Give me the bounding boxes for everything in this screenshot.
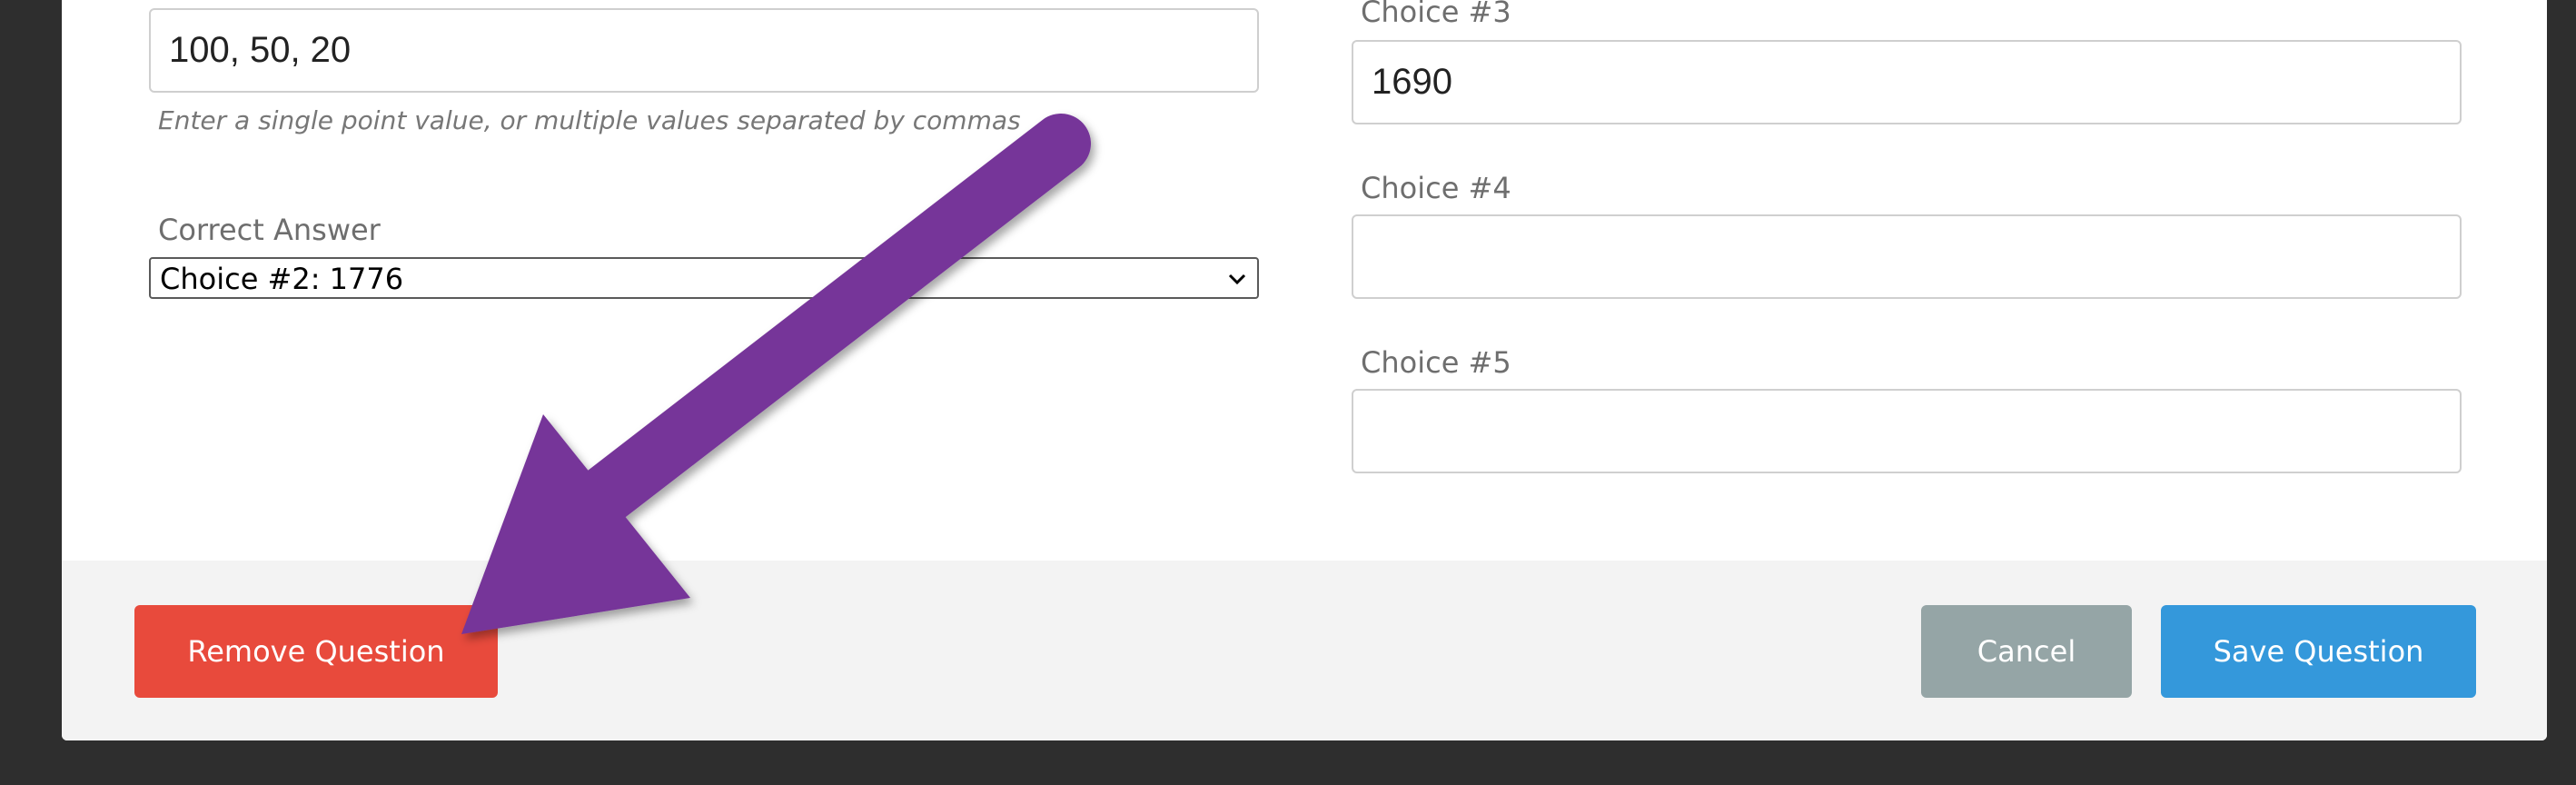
- choice-3-input[interactable]: [1352, 40, 2462, 124]
- correct-answer-selected-value: Choice #2: 1776: [160, 262, 404, 296]
- chevron-down-icon: [1228, 273, 1246, 285]
- correct-answer-label: Correct Answer: [158, 213, 381, 247]
- choice-5-input[interactable]: [1352, 389, 2462, 473]
- choice-4-input[interactable]: [1352, 214, 2462, 299]
- choice-4-label: Choice #4: [1361, 171, 1511, 205]
- remove-question-button[interactable]: Remove Question: [134, 605, 498, 698]
- points-hint: Enter a single point value, or multiple …: [158, 105, 1021, 135]
- choice-5-label: Choice #5: [1361, 345, 1511, 380]
- correct-answer-select[interactable]: Choice #2: 1776: [149, 257, 1259, 299]
- cancel-button[interactable]: Cancel: [1921, 605, 2132, 698]
- points-input[interactable]: [149, 8, 1259, 93]
- save-question-button[interactable]: Save Question: [2161, 605, 2476, 698]
- choice-3-label: Choice #3: [1361, 0, 1511, 29]
